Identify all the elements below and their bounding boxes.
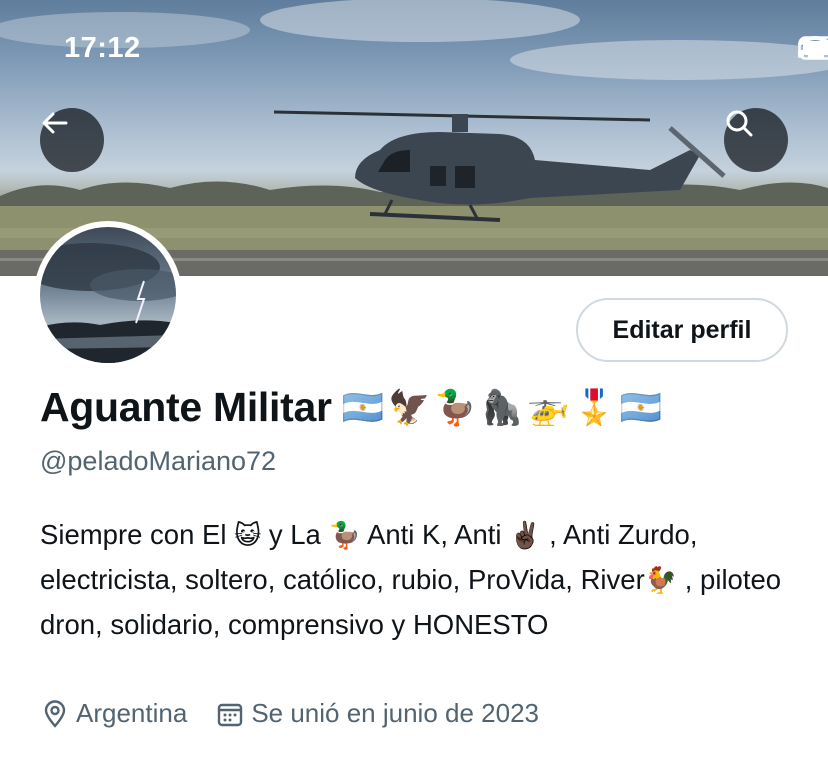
bio-emoji-victory-hand: ✌🏿 bbox=[509, 521, 542, 551]
edit-profile-button[interactable]: Editar perfil bbox=[576, 298, 788, 362]
user-handle: @peladoMariano72 bbox=[40, 446, 277, 476]
display-name-emojis: 🇦🇷🦅🦆🦍🚁🎖️🇦🇷 bbox=[341, 387, 666, 428]
profile-bio: Siempre con El 😺 y La 🦆 Anti K, Anti ✌🏿 … bbox=[40, 513, 800, 646]
calendar-icon bbox=[218, 703, 243, 726]
display-name: Aguante Militar bbox=[40, 384, 332, 430]
bio-emoji-rooster: 🐓 bbox=[644, 566, 678, 596]
location-item: Argentina bbox=[42, 698, 187, 729]
joined-text: Se unió en junio de 2023 bbox=[251, 698, 540, 728]
arrow-left-icon bbox=[42, 112, 68, 134]
bio-emoji-cat: 😺 bbox=[234, 521, 262, 551]
location-pin-icon bbox=[44, 699, 66, 728]
display-name-row: Aguante Militar 🇦🇷🦅🦆🦍🚁🎖️🇦🇷 bbox=[40, 384, 666, 431]
search-button[interactable] bbox=[724, 108, 788, 172]
profile-avatar[interactable] bbox=[34, 221, 182, 369]
status-time: 17:12 bbox=[64, 32, 141, 64]
bio-text: y La bbox=[261, 519, 329, 550]
profile-meta: Argentina Se unió en junio de 2023 bbox=[42, 698, 569, 729]
search-icon bbox=[726, 110, 753, 137]
joined-item: Se unió en junio de 2023 bbox=[217, 698, 539, 729]
bio-text: Siempre con El bbox=[40, 519, 235, 550]
back-button[interactable] bbox=[40, 108, 104, 172]
bio-text: Anti K, Anti bbox=[360, 519, 510, 550]
battery-icon bbox=[798, 36, 828, 60]
bio-emoji-duck: 🦆 bbox=[328, 521, 361, 551]
location-text: Argentina bbox=[76, 698, 188, 728]
avatar-storm-image bbox=[40, 227, 176, 363]
